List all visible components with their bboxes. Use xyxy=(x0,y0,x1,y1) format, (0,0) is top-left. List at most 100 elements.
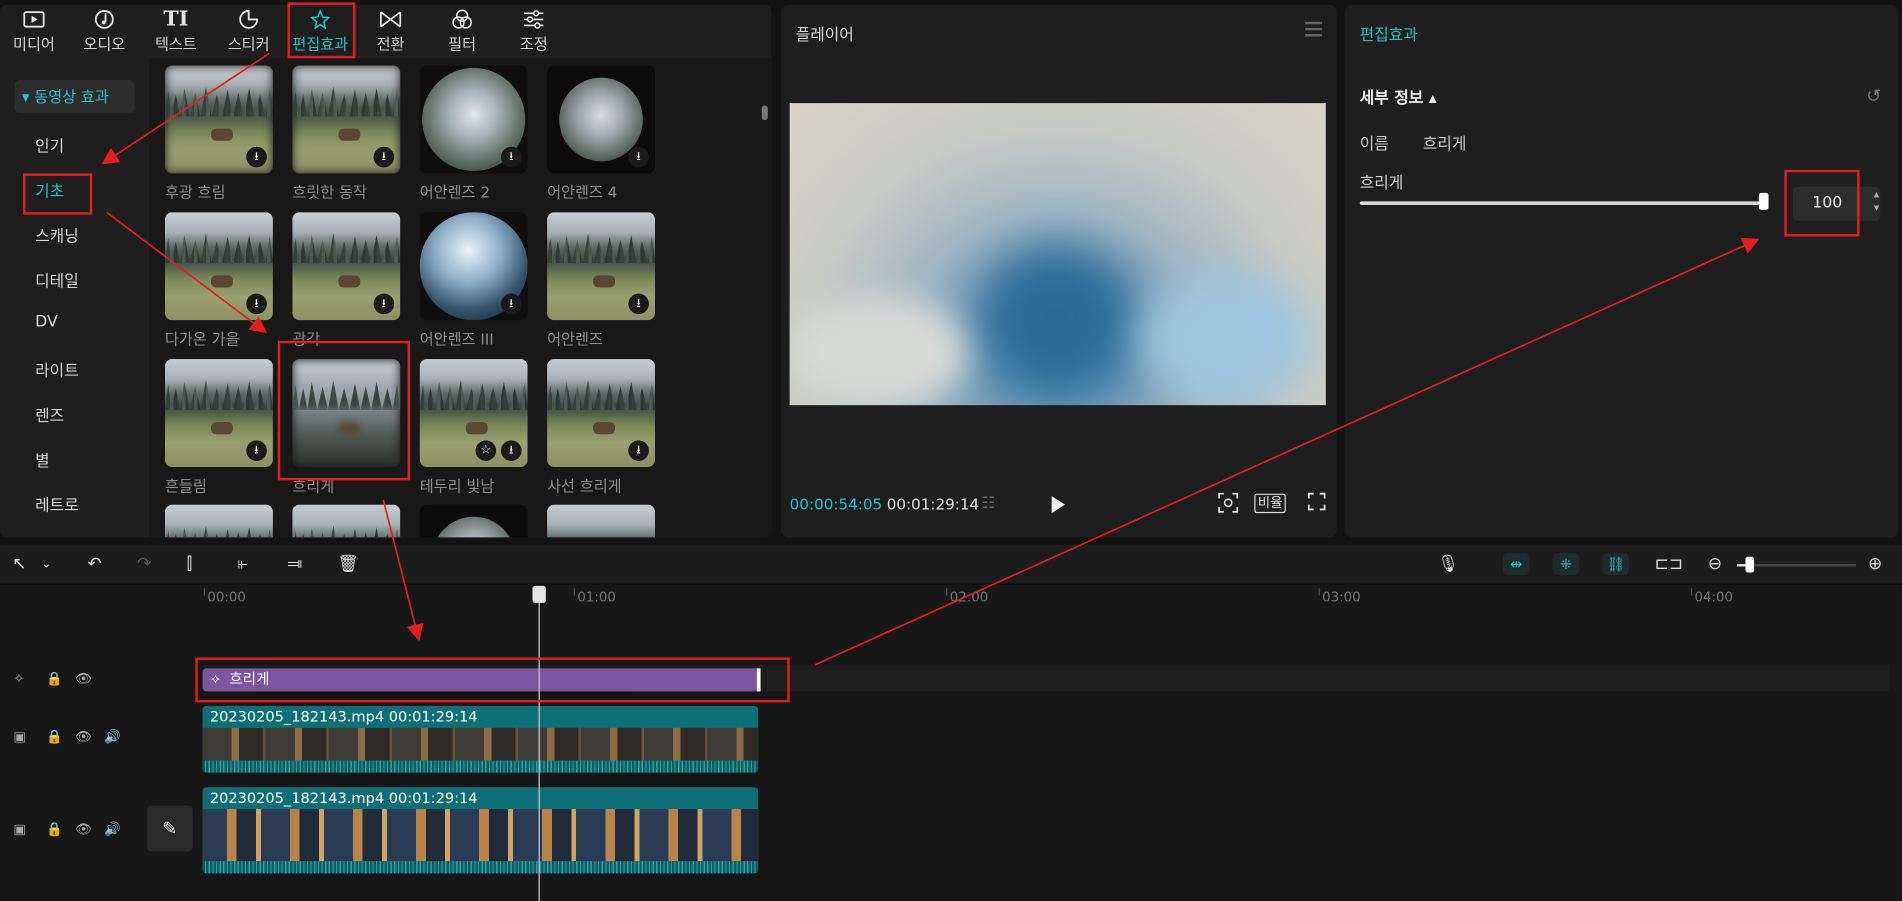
download-icon[interactable]: ⭳ xyxy=(373,293,395,315)
app-root: 미디어 오디오 TI 텍스트 스티커 편집효과 전환 필터 조정 ▾ 동영상 효과… xyxy=(0,0,1902,901)
link-icon[interactable]: ⛓ xyxy=(1602,553,1630,575)
properties-title: 편집효과 xyxy=(1359,26,1418,45)
zoom-slider[interactable] xyxy=(1737,564,1856,567)
zoom-slider-handle[interactable] xyxy=(1745,556,1754,573)
download-icon[interactable]: ⭳ xyxy=(628,440,649,461)
effect-card[interactable]: ⭳ 광각 xyxy=(292,212,401,349)
audio-waveform xyxy=(202,760,759,773)
sidebar-item-popular[interactable]: 인기 xyxy=(35,133,64,156)
chevron-down-icon[interactable]: ⌄ xyxy=(41,558,51,571)
download-icon[interactable]: ⭳ xyxy=(500,293,522,315)
lock-icon[interactable]: 🔒 xyxy=(46,671,63,687)
player-panel: 플레이어 00:00:54:05 00:01:29:14 ☷ 비율 xyxy=(781,4,1337,538)
preview-axis-icon[interactable]: ⊏⊐ xyxy=(1655,554,1683,573)
playhead[interactable] xyxy=(538,587,540,901)
filter-icon xyxy=(428,5,496,32)
effect-card[interactable]: ⭳ 흔들림 xyxy=(164,359,273,496)
tab-transition[interactable]: 전환 xyxy=(357,5,425,58)
effect-card[interactable] xyxy=(292,504,401,538)
effect-card[interactable]: ⭳ 어안렌즈 xyxy=(547,212,656,349)
playhead-handle[interactable] xyxy=(532,585,546,603)
effect-thumbnail xyxy=(547,504,656,538)
sidebar-item-detail[interactable]: 디테일 xyxy=(35,268,79,291)
current-time: 00:00:54:05 xyxy=(789,494,883,514)
time-ruler[interactable]: 00:00 01:00 02:00 03:00 04:00 xyxy=(143,586,1902,608)
clip-thumbnails xyxy=(202,809,759,862)
adjust-icon xyxy=(500,5,568,32)
download-icon[interactable]: ⭳ xyxy=(246,440,267,461)
download-icon[interactable]: ⭳ xyxy=(500,440,522,461)
ratio-button[interactable]: 비율 xyxy=(1254,493,1287,514)
video-clip[interactable]: 20230205_182143.mp4 00:01:29:14 xyxy=(202,787,759,874)
effect-card[interactable]: ⭳ 어안렌즈 2 xyxy=(419,65,528,203)
effect-card[interactable]: ⭳ 어안렌즈 4 xyxy=(547,65,656,203)
download-icon[interactable]: ⭳ xyxy=(246,146,267,168)
details-section-toggle[interactable]: 세부 정보 ▴ xyxy=(1360,85,1437,108)
volume-icon[interactable]: 🔊 xyxy=(104,821,121,837)
properties-panel: 편집효과 세부 정보 ▴ ↺ 이름 흐리게 흐리게 100 ▴ ▾ xyxy=(1345,4,1899,538)
lock-icon[interactable]: 🔒 xyxy=(46,821,63,837)
reset-icon[interactable]: ↺ xyxy=(1866,85,1881,107)
favorite-icon[interactable]: ☆ xyxy=(475,440,497,461)
effect-card[interactable]: ⭳ 후광 흐림 xyxy=(164,65,273,203)
tab-filter[interactable]: 필터 xyxy=(428,5,496,58)
timecode-grid-icon[interactable]: ☷ xyxy=(981,495,995,513)
blur-slider-handle[interactable] xyxy=(1758,192,1769,210)
blur-slider[interactable] xyxy=(1359,201,1765,205)
microphone-icon[interactable]: 🎙 xyxy=(1437,554,1459,573)
sidebar-item-dv[interactable]: DV xyxy=(35,313,58,331)
sidebar-item-scanning[interactable]: 스캐닝 xyxy=(35,223,79,246)
trim-left-icon[interactable]: ⫦ xyxy=(238,554,248,573)
tab-label: 스티커 xyxy=(227,35,270,54)
delete-icon[interactable]: 🗑 xyxy=(337,554,359,573)
library-scrollbar[interactable] xyxy=(761,105,768,121)
tab-text[interactable]: TI 텍스트 xyxy=(142,5,210,58)
volume-icon[interactable]: 🔊 xyxy=(104,729,121,745)
download-icon[interactable]: ⭳ xyxy=(628,146,649,168)
effect-card[interactable]: ⭳ 어안렌즈 III xyxy=(419,212,528,349)
name-value: 흐리게 xyxy=(1422,135,1467,155)
sidebar-header-video-effects[interactable]: ▾ 동영상 효과 xyxy=(14,80,135,113)
zoom-out-icon[interactable]: ⊖ xyxy=(1708,554,1722,573)
tab-sticker[interactable]: 스티커 xyxy=(215,5,283,58)
effect-card[interactable] xyxy=(547,504,656,538)
menu-icon[interactable] xyxy=(1305,21,1323,37)
download-icon[interactable]: ⭳ xyxy=(246,293,267,315)
download-icon[interactable]: ⭳ xyxy=(628,293,649,315)
sidebar-item-light[interactable]: 라이트 xyxy=(35,358,79,381)
undo-icon[interactable]: ↶ xyxy=(87,554,101,573)
stepper-icon[interactable]: ▴ ▾ xyxy=(1869,189,1884,218)
sidebar-item-star[interactable]: 별 xyxy=(35,448,50,470)
effect-card[interactable]: ⭳ 사선 흐리게 xyxy=(547,359,656,496)
effect-card[interactable] xyxy=(419,504,528,538)
effect-card[interactable] xyxy=(164,504,273,538)
play-icon[interactable] xyxy=(1051,496,1066,514)
redo-icon[interactable]: ↷ xyxy=(137,554,151,573)
effect-card[interactable]: ⭳ 다가온 가을 xyxy=(164,212,273,349)
lock-icon[interactable]: 🔒 xyxy=(46,729,63,745)
screenshot-icon[interactable] xyxy=(1218,492,1239,517)
eye-icon[interactable]: 👁 xyxy=(75,729,92,745)
tab-audio[interactable]: 오디오 xyxy=(70,5,138,58)
sidebar-item-retro[interactable]: 레트로 xyxy=(35,492,79,515)
sidebar-item-lens[interactable]: 렌즈 xyxy=(35,403,64,426)
download-icon[interactable]: ⭳ xyxy=(373,146,395,168)
timeline-toolbar: ↖ ⌄ ↶ ↷ ⫿ ⫦ ⫥ 🗑 🎙 ⇹ ⁜ ⛓ ⊏⊐ ⊖ ⊕ xyxy=(0,544,1902,585)
tab-media[interactable]: 미디어 xyxy=(0,5,68,58)
effect-card[interactable]: ☆ ⭳ 테두리 빛남 xyxy=(419,359,528,496)
ruler-label: 01:00 xyxy=(577,589,616,606)
effect-label: 흐릿한 동작 xyxy=(292,183,367,202)
download-icon[interactable]: ⭳ xyxy=(500,146,522,168)
eye-icon[interactable]: 👁 xyxy=(75,671,92,687)
eye-icon[interactable]: 👁 xyxy=(75,821,92,837)
fullscreen-icon[interactable] xyxy=(1307,492,1326,515)
auto-snap-icon[interactable]: ⁜ xyxy=(1552,553,1580,575)
select-tool-icon[interactable]: ↖ xyxy=(12,554,26,573)
main-track-magnet-icon[interactable]: ⇹ xyxy=(1502,553,1530,575)
trim-right-icon[interactable]: ⫥ xyxy=(287,554,302,573)
split-icon[interactable]: ⫿ xyxy=(187,554,192,573)
zoom-in-icon[interactable]: ⊕ xyxy=(1868,554,1882,573)
tab-adjust[interactable]: 조정 xyxy=(500,5,568,58)
video-clip[interactable]: 20230205_182143.mp4 00:01:29:14 xyxy=(202,705,759,773)
effect-card[interactable]: ⭳ 흐릿한 동작 xyxy=(292,65,401,203)
